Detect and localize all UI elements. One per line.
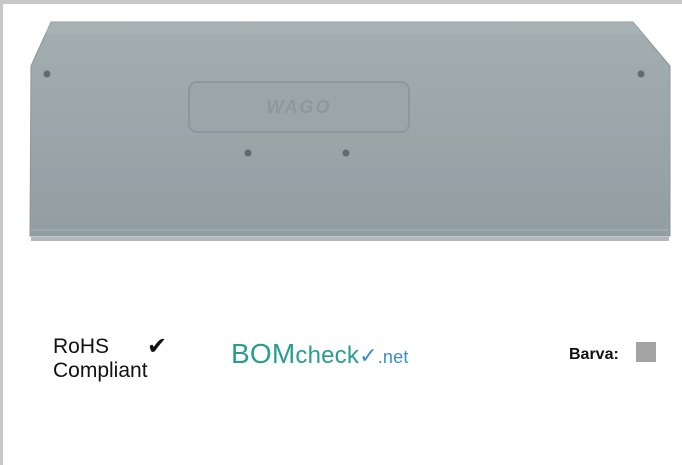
product-card: WAGO RoHS Compliant ✔ BOMcheck✓.net Barv… <box>0 0 682 465</box>
color-swatch <box>636 342 656 362</box>
check-text: check <box>295 342 360 369</box>
color-label: Barva: <box>569 346 619 363</box>
tick-icon: ✓ <box>359 343 378 368</box>
hole <box>244 149 252 157</box>
logo-text: WAGO <box>267 97 332 117</box>
hole <box>43 70 51 78</box>
product-image: WAGO <box>29 21 671 241</box>
rohs-label: RoHS <box>53 335 110 358</box>
net-text: .net <box>377 347 409 367</box>
checkmark-icon: ✔ <box>147 333 168 360</box>
compliant-label: Compliant <box>53 359 148 382</box>
rohs-compliant-badge: RoHS Compliant ✔ <box>53 335 167 383</box>
bom-text: BOM <box>231 338 296 369</box>
bomcheck-logo: BOMcheck✓.net <box>231 338 409 373</box>
hole <box>637 70 645 78</box>
hole <box>342 149 350 157</box>
